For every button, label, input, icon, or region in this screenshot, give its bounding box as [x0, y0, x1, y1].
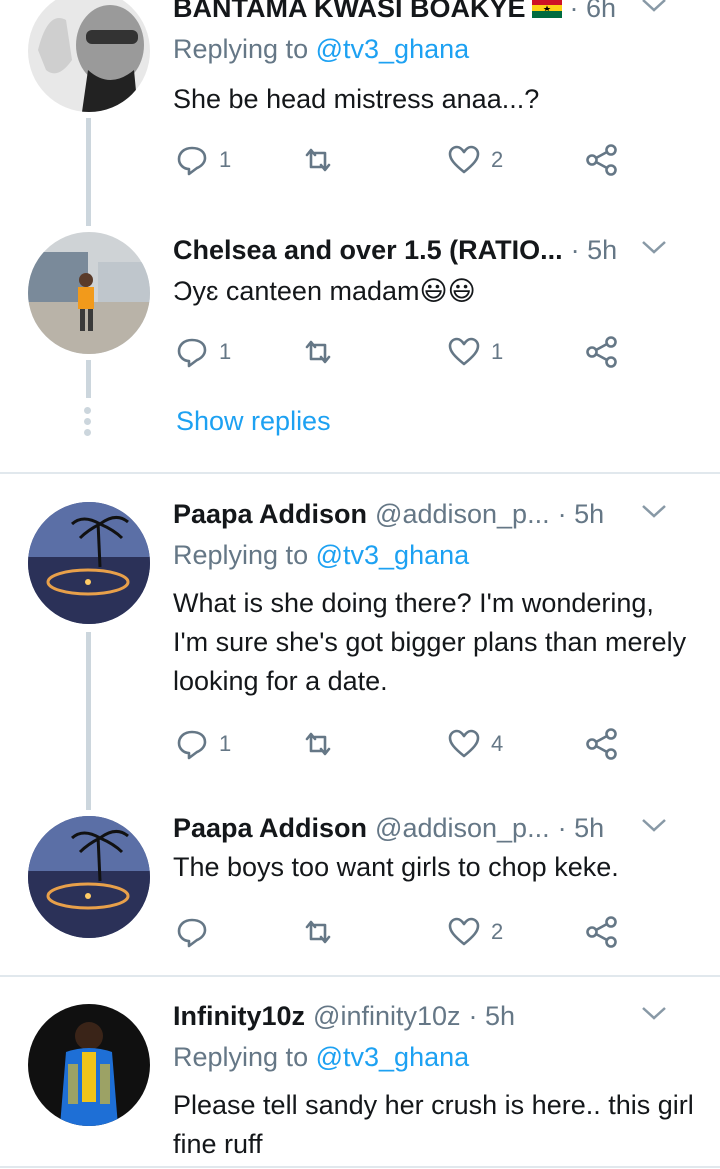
like-button[interactable]: 4: [447, 724, 503, 764]
author-handle[interactable]: @addison_p...: [375, 813, 550, 844]
tweet[interactable]: Chelsea and over 1.5 (RATIO... · 5h Ɔyɛ …: [0, 228, 720, 398]
share-icon: [586, 144, 617, 176]
author-handle[interactable]: @addison_p...: [375, 499, 550, 530]
author-name[interactable]: BANTAMA KWASI BOAKYE: [173, 0, 526, 24]
retweet-icon: [305, 920, 331, 944]
replying-to: Replying to @tv3_ghana: [173, 1042, 470, 1072]
heart-icon: [448, 337, 480, 366]
divider: [0, 1166, 720, 1168]
reply-count: 1: [219, 339, 232, 364]
avatar[interactable]: [28, 502, 150, 624]
retweet-button[interactable]: [301, 724, 345, 764]
reply-button[interactable]: 1: [175, 724, 231, 764]
tweet-time: · 5h: [557, 498, 605, 529]
author-handle[interactable]: @infinity10z: [313, 1001, 460, 1032]
like-count: 1: [491, 339, 504, 364]
avatar[interactable]: [28, 1004, 150, 1126]
like-button[interactable]: 2: [447, 140, 503, 180]
heart-icon: [448, 917, 480, 946]
tweet-time: · 6h: [569, 0, 617, 23]
like-count: 4: [491, 731, 504, 756]
mention-link[interactable]: @tv3_ghana: [316, 1042, 470, 1072]
heart-icon: [448, 729, 480, 758]
reply-icon: [177, 146, 207, 176]
retweet-button[interactable]: [301, 140, 345, 180]
tweet-text: What is she doing there? I'm wondering, …: [173, 588, 687, 696]
ghana-flag-icon: [531, 0, 562, 18]
replying-to: Replying to @tv3_ghana: [173, 540, 470, 570]
retweet-icon: [305, 148, 331, 172]
reply-count: 1: [219, 731, 232, 756]
mention-link[interactable]: @tv3_ghana: [316, 34, 470, 64]
tweet-text: Please tell sandy her crush is here.. th…: [173, 1090, 694, 1159]
retweet-icon: [305, 732, 331, 756]
reply-count: 1: [219, 147, 232, 172]
thread-more-dots: [84, 407, 92, 440]
chevron-down-icon[interactable]: [640, 0, 668, 16]
avatar[interactable]: [28, 232, 150, 354]
reply-button[interactable]: 1: [175, 140, 231, 180]
share-icon: [586, 336, 617, 368]
tweet[interactable]: Paapa Addison @addison_p... · 5h The boy…: [0, 810, 720, 960]
like-button[interactable]: 1: [447, 332, 503, 372]
reply-icon: [177, 338, 207, 368]
tweet-text: Ɔyɛ canteen madam😃😃: [173, 276, 476, 306]
divider: [0, 472, 720, 474]
author-name[interactable]: Paapa Addison: [173, 813, 367, 844]
reply-button[interactable]: [175, 912, 219, 952]
share-button[interactable]: [585, 912, 619, 952]
reply-icon: [177, 918, 207, 948]
share-button[interactable]: [585, 140, 619, 180]
share-button[interactable]: [585, 332, 619, 372]
author-name[interactable]: Paapa Addison: [173, 499, 367, 530]
tweet-text: The boys too want girls to chop keke.: [173, 852, 619, 882]
tweet-text: She be head mistress anaa...?: [173, 84, 540, 114]
chevron-down-icon[interactable]: [640, 1002, 668, 1024]
share-icon: [586, 916, 617, 948]
retweet-button[interactable]: [301, 912, 345, 952]
tweet[interactable]: Infinity10z @infinity10z · 5h Replying t…: [0, 998, 720, 1169]
tweet-time: · 5h: [468, 1000, 516, 1031]
avatar[interactable]: [28, 816, 150, 938]
show-replies-link[interactable]: Show replies: [176, 406, 331, 437]
retweet-icon: [305, 340, 331, 364]
avatar[interactable]: [28, 0, 150, 112]
share-icon: [586, 728, 617, 760]
tweet[interactable]: BANTAMA KWASI BOAKYE · 6h Replying to @t…: [0, 0, 720, 200]
tweet-time: · 5h: [557, 812, 605, 843]
like-count: 2: [491, 919, 504, 944]
replying-to: Replying to @tv3_ghana: [173, 34, 470, 64]
author-name[interactable]: Chelsea and over 1.5 (RATIO...: [173, 235, 563, 266]
chevron-down-icon[interactable]: [640, 500, 668, 522]
tweet[interactable]: Paapa Addison @addison_p... · 5h Replyin…: [0, 496, 720, 796]
like-button[interactable]: 2: [447, 912, 503, 952]
reply-icon: [177, 730, 207, 760]
reply-button[interactable]: 1: [175, 332, 231, 372]
retweet-button[interactable]: [301, 332, 345, 372]
chevron-down-icon[interactable]: [640, 236, 668, 258]
mention-link[interactable]: @tv3_ghana: [316, 540, 470, 570]
divider: [0, 975, 720, 977]
author-name[interactable]: Infinity10z: [173, 1001, 305, 1032]
chevron-down-icon[interactable]: [640, 814, 668, 836]
share-button[interactable]: [585, 724, 619, 764]
like-count: 2: [491, 147, 504, 172]
heart-icon: [448, 145, 480, 174]
tweet-time: · 5h: [570, 234, 618, 265]
